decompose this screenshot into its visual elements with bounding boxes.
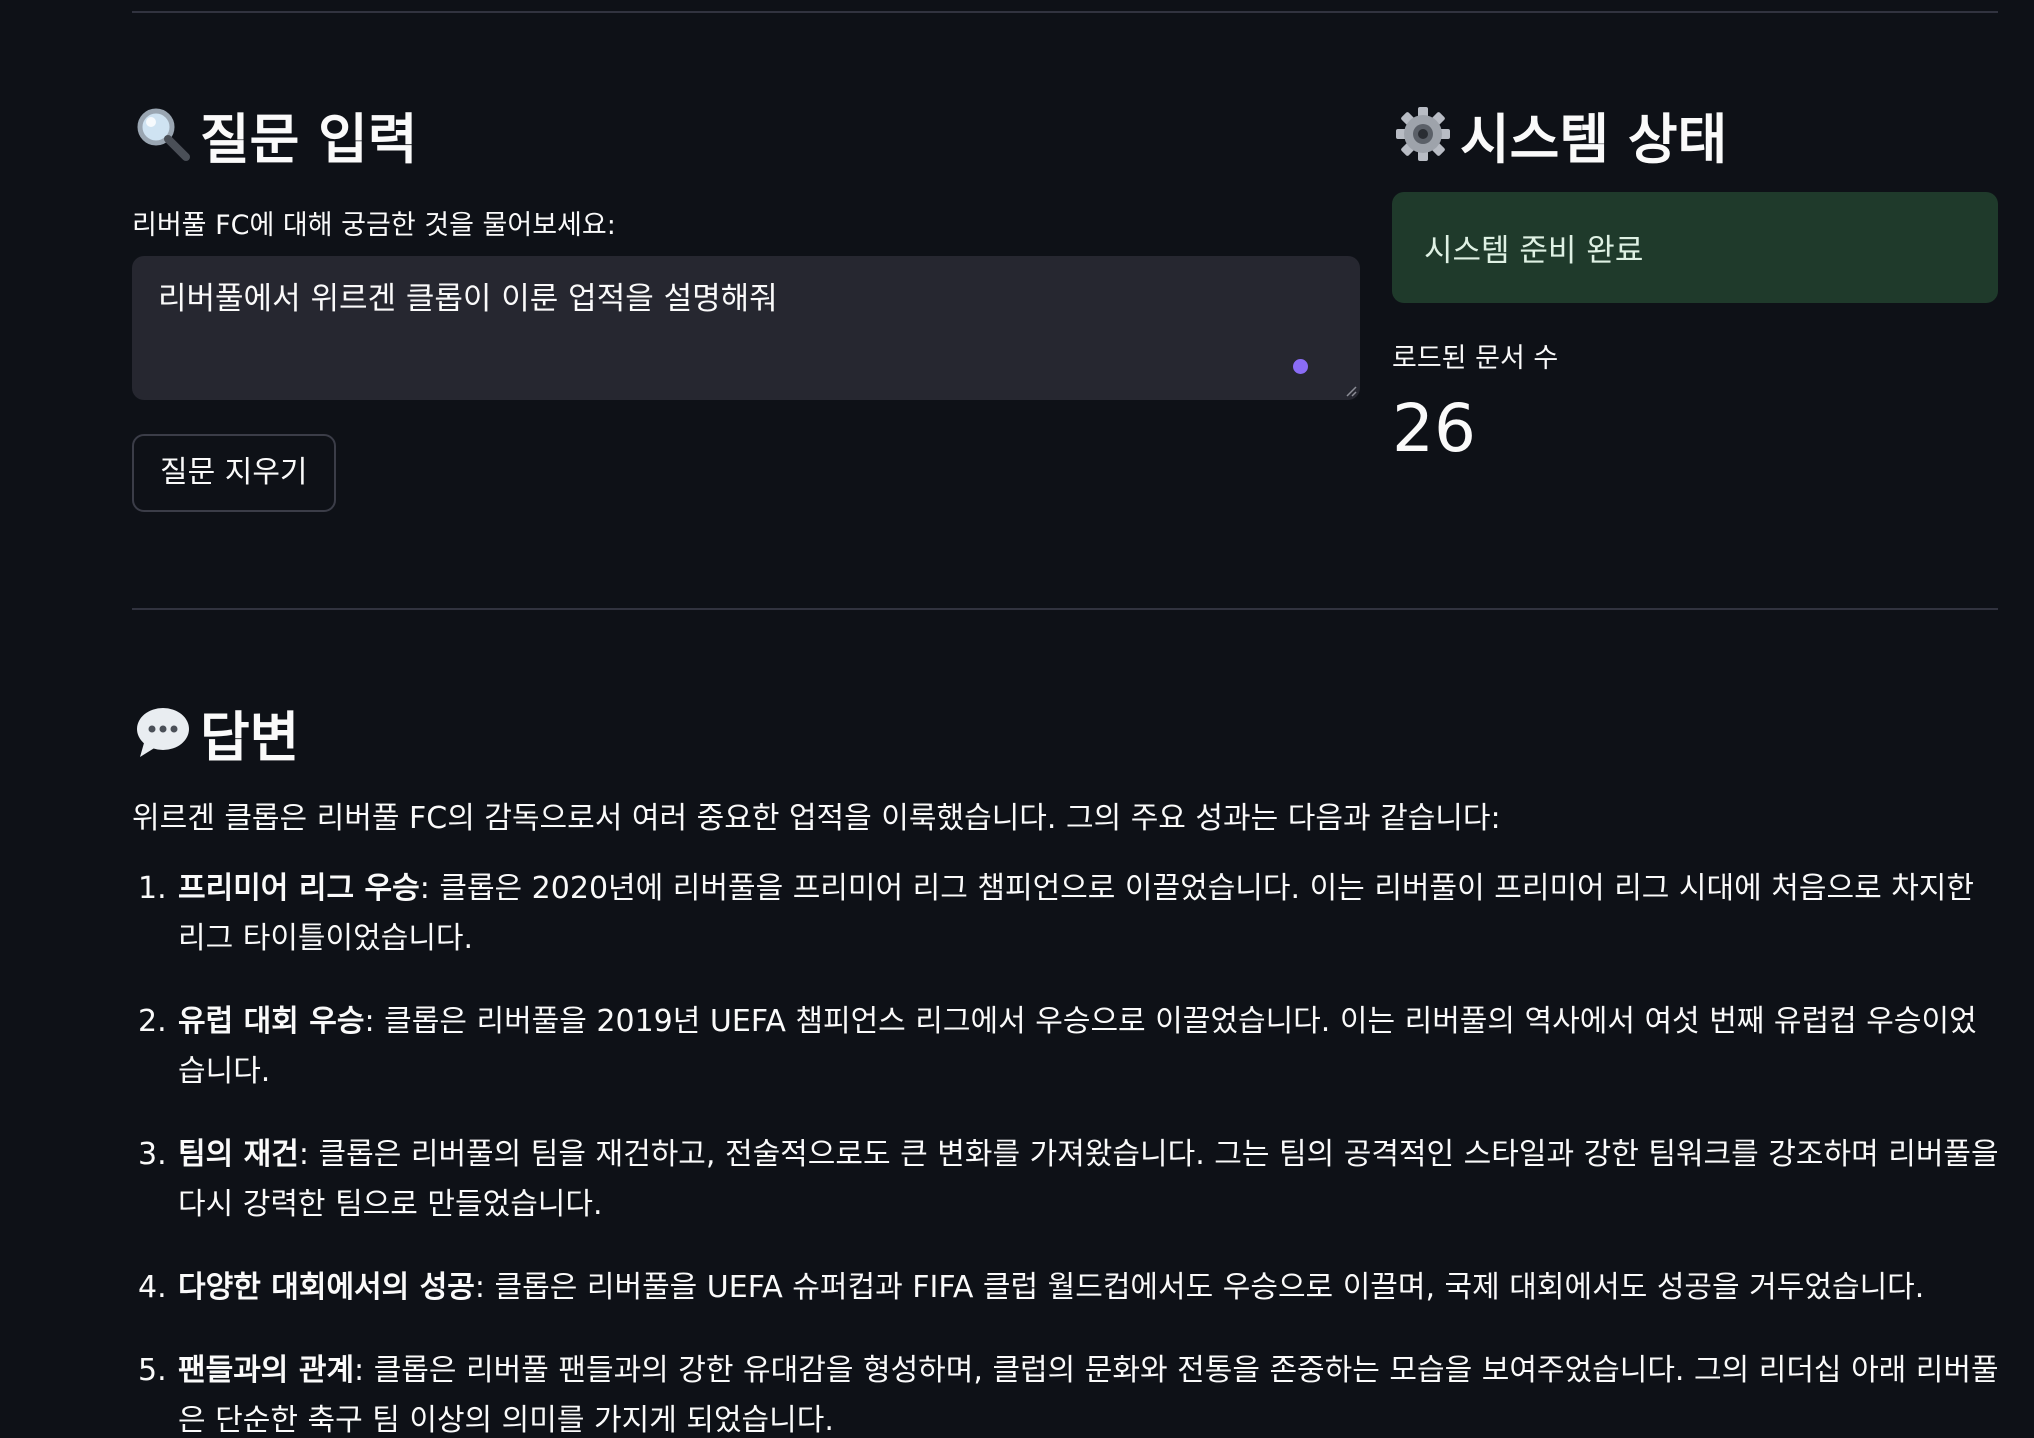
magnifier-icon [132, 103, 194, 165]
list-item-number: 2. [138, 1004, 167, 1039]
list-item: 5. 팬들과의 관계: 클롭은 리버풀 팬들과의 강한 유대감을 형성하며, 클럽… [132, 1346, 2002, 1438]
query-title-text: 질문 입력 [200, 107, 418, 171]
list-item-text: : 클롭은 리버풀을 2019년 UEFA 챔피언스 리그에서 우승으로 이끌었… [178, 1004, 1977, 1089]
input-status-dot [1293, 359, 1308, 374]
list-item-text: : 클롭은 리버풀 팬들과의 강한 유대감을 형성하며, 클럽의 문화와 전통을… [178, 1353, 1999, 1438]
list-item-number: 1. [138, 871, 167, 906]
answer-intro: 위르겐 클롭은 리버풀 FC의 감독으로서 여러 중요한 업적을 이룩했습니다.… [132, 801, 1501, 836]
list-item-text: : 클롭은 리버풀을 UEFA 슈퍼컵과 FIFA 클럽 월드컵에서도 우승으로… [474, 1270, 1925, 1305]
list-item: 2. 유럽 대회 우승: 클롭은 리버풀을 2019년 UEFA 챔피언스 리그에… [132, 997, 2002, 1097]
list-item-text: : 클롭은 리버풀의 팀을 재건하고, 전술적으로도 큰 변화를 가져왔습니다.… [178, 1137, 1999, 1222]
question-input-label: 리버풀 FC에 대해 궁금한 것을 물어보세요: [132, 210, 616, 241]
answer-section: 답변 위르겐 클롭은 리버풀 FC의 감독으로서 여러 중요한 업적을 이룩했습… [132, 690, 2002, 1438]
list-item: 3. 팀의 재건: 클롭은 리버풀의 팀을 재건하고, 전술적으로도 큰 변화를 … [132, 1130, 2002, 1230]
loaded-docs-label: 로드된 문서 수 [1392, 343, 1559, 374]
loaded-docs-value: 26 [1392, 390, 1476, 467]
list-item: 4. 다양한 대회에서의 성공: 클롭은 리버풀을 UEFA 슈퍼컵과 FIFA … [132, 1263, 2002, 1313]
list-item-heading: 프리미어 리그 우승 [178, 871, 420, 906]
list-item: 1. 프리미어 리그 우승: 클롭은 2020년에 리버풀을 프리미어 리그 챔피… [132, 864, 2002, 964]
list-item-number: 3. [138, 1137, 167, 1172]
middle-divider [132, 608, 1998, 610]
question-textarea-value: 리버풀에서 위르겐 클롭이 이룬 업적을 설명해줘 [158, 281, 778, 317]
list-item-heading: 팬들과의 관계 [178, 1353, 355, 1388]
system-section-title: 시스템 상태 [1392, 92, 1998, 176]
list-item-heading: 유럽 대회 우승 [178, 1004, 365, 1039]
system-status-section: 시스템 상태 시스템 준비 완료 로드된 문서 수 26 [1392, 92, 1998, 467]
resize-handle-icon[interactable] [1345, 385, 1357, 397]
clear-question-button[interactable]: 질문 지우기 [132, 434, 336, 512]
list-item-text: : 클롭은 2020년에 리버풀을 프리미어 리그 챔피언으로 이끌었습니다. … [178, 871, 1974, 956]
app-page: 질문 입력 리버풀 FC에 대해 궁금한 것을 물어보세요: 리버풀에서 위르겐… [0, 0, 2034, 1438]
query-section-title: 질문 입력 [132, 92, 1360, 176]
answer-title-text: 답변 [200, 705, 300, 769]
question-textarea[interactable]: 리버풀에서 위르겐 클롭이 이룬 업적을 설명해줘 [132, 256, 1360, 400]
system-ready-alert: 시스템 준비 완료 [1392, 192, 1998, 303]
list-item-number: 5. [138, 1353, 167, 1388]
system-title-text: 시스템 상태 [1460, 107, 1728, 171]
gear-icon [1392, 103, 1454, 165]
top-divider [132, 11, 1998, 13]
list-item-heading: 팀의 재건 [178, 1137, 299, 1172]
speech-bubble-icon [132, 701, 194, 763]
system-ready-text: 시스템 준비 완료 [1424, 233, 1644, 269]
list-item-number: 4. [138, 1270, 167, 1305]
list-item-heading: 다양한 대회에서의 성공 [178, 1270, 475, 1305]
answer-list: 1. 프리미어 리그 우승: 클롭은 2020년에 리버풀을 프리미어 리그 챔피… [132, 864, 2002, 1438]
answer-section-title: 답변 [132, 690, 2002, 774]
query-section: 질문 입력 리버풀 FC에 대해 궁금한 것을 물어보세요: 리버풀에서 위르겐… [132, 92, 1360, 512]
